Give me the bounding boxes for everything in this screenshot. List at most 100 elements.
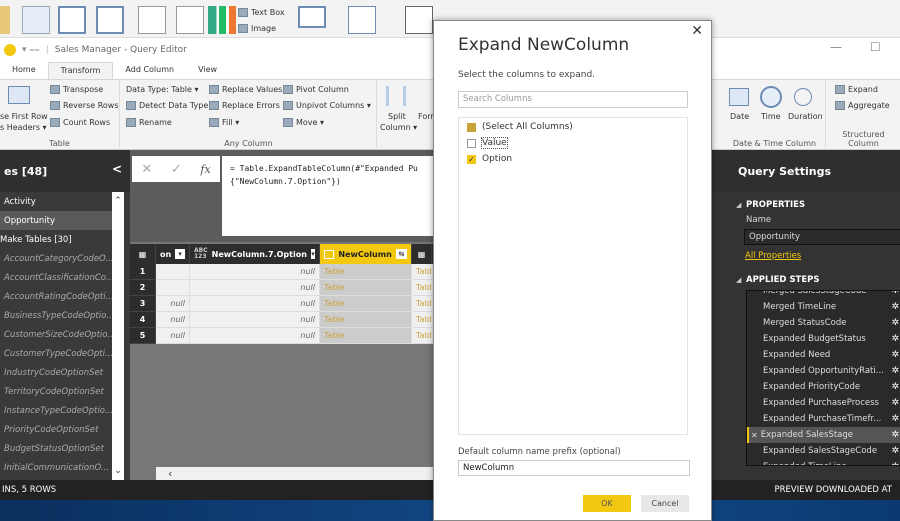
time-dropdown[interactable]: Time xyxy=(761,112,781,121)
query-item[interactable]: Activity xyxy=(0,192,112,211)
query-item[interactable]: TerritoryCodeOptionSet xyxy=(0,382,112,401)
filter-dropdown-icon[interactable]: ▾ xyxy=(175,249,185,259)
query-item[interactable]: InstanceTypeCodeOptio... xyxy=(0,401,112,420)
applied-step[interactable]: Expanded PurchaseProcess ✲ xyxy=(747,395,900,411)
fx-icon[interactable]: fx xyxy=(200,163,210,176)
query-item[interactable]: InitialCommunicationO... xyxy=(0,458,112,477)
gear-icon[interactable]: ✲ xyxy=(891,382,899,392)
cancel-button[interactable]: Cancel xyxy=(641,495,689,512)
move-dropdown[interactable]: Move ▾ xyxy=(283,118,324,127)
date-dropdown[interactable]: Date xyxy=(730,112,749,121)
scroll-left-icon[interactable]: ‹ xyxy=(168,467,172,480)
prefix-input[interactable]: NewColumn xyxy=(458,460,690,476)
query-item[interactable]: Opportunity xyxy=(0,211,112,230)
text-box-button[interactable]: Text Box xyxy=(238,8,285,17)
query-item[interactable]: AccountCategoryCodeO... xyxy=(0,249,112,268)
image-button[interactable]: Image xyxy=(238,24,276,33)
minimize-button[interactable]: — xyxy=(830,40,842,54)
gear-icon[interactable]: ✲ xyxy=(891,414,899,424)
gear-icon[interactable]: ✲ xyxy=(891,318,899,328)
cell-table-link[interactable]: Table xyxy=(320,312,412,328)
collapse-pane-icon[interactable]: < xyxy=(112,162,122,176)
gear-icon[interactable]: ✲ xyxy=(891,430,899,440)
maximize-button[interactable]: ☐ xyxy=(870,40,881,54)
search-columns-input[interactable]: Search Columns xyxy=(458,91,688,108)
cancel-formula-icon[interactable]: ✕ xyxy=(141,162,152,177)
query-item[interactable]: IndustryCodeOptionSet xyxy=(0,363,112,382)
confirm-formula-icon[interactable]: ✓ xyxy=(171,162,182,177)
detect-data-type-button[interactable]: Detect Data Type xyxy=(126,101,208,110)
cell-table-link[interactable]: Table xyxy=(320,328,412,344)
column-header-newcolumn-7-option[interactable]: ABC 123 NewColumn.7.Option ▾ xyxy=(190,244,320,264)
format-button[interactable]: Forr xyxy=(418,112,434,121)
scroll-down-icon[interactable]: ⌄ xyxy=(112,466,124,476)
filter-dropdown-icon[interactable]: ▾ xyxy=(310,249,315,259)
scroll-up-icon[interactable]: ⌃ xyxy=(112,196,124,206)
split-column-dropdown[interactable]: Column ▾ xyxy=(380,123,417,132)
applied-step[interactable]: Expanded OpportunityRati... ✲ xyxy=(747,363,900,379)
gear-icon[interactable]: ✲ xyxy=(891,446,899,456)
applied-step[interactable]: Merged TimeLine ✲ xyxy=(747,299,900,315)
gear-icon[interactable]: ✲ xyxy=(891,398,899,408)
query-item[interactable]: BusinessTypeCodeOptio... xyxy=(0,306,112,325)
duration-dropdown[interactable]: Duration xyxy=(788,112,823,121)
quick-access-dropdown-icon[interactable]: ▾ ⩵ xyxy=(22,45,40,55)
data-type-dropdown[interactable]: Data Type: Table ▾ xyxy=(126,85,199,94)
query-item[interactable]: AccountRatingCodeOpti... xyxy=(0,287,112,306)
query-item[interactable]: AccountClassificationCo... xyxy=(0,268,112,287)
gear-icon[interactable]: ✲ xyxy=(891,334,899,344)
cell-table-link[interactable]: Table xyxy=(320,280,412,296)
use-first-row-button[interactable]: se First Row xyxy=(0,112,48,121)
applied-step[interactable]: Expanded Need ✲ xyxy=(747,347,900,363)
column-header-option[interactable]: on ▾ xyxy=(156,244,190,264)
applied-step[interactable]: Expanded TimeLine ✲ xyxy=(747,459,900,465)
gear-icon[interactable]: ✲ xyxy=(891,462,899,465)
checkbox-partial[interactable] xyxy=(467,122,476,132)
query-item[interactable]: CustomerTypeCodeOpti... xyxy=(0,344,112,363)
option-value[interactable]: Value xyxy=(467,137,508,149)
collapse-triangle-icon[interactable]: ◢ xyxy=(736,276,741,284)
applied-step[interactable]: ✕ Expanded SalesStage ✲ xyxy=(747,427,900,443)
query-name-input[interactable]: Opportunity xyxy=(744,229,900,245)
queries-scrollbar[interactable]: ⌃ ⌄ xyxy=(112,192,124,480)
applied-step[interactable]: Expanded SalesStageCode ✲ xyxy=(747,443,900,459)
pivot-column-button[interactable]: Pivot Column xyxy=(283,85,349,94)
tab-transform[interactable]: Transform xyxy=(47,62,114,79)
count-rows-button[interactable]: Count Rows xyxy=(50,118,110,127)
tab-view[interactable]: View xyxy=(186,62,229,79)
checkbox-checked[interactable]: ✓ xyxy=(467,154,476,164)
collapse-triangle-icon[interactable]: ◢ xyxy=(736,201,741,209)
applied-step[interactable]: Merged StatusCode ✲ xyxy=(747,315,900,331)
replace-errors-button[interactable]: Replace Errors xyxy=(209,101,280,110)
close-dialog-button[interactable]: ✕ xyxy=(691,23,703,39)
tab-add-column[interactable]: Add Column xyxy=(113,62,186,79)
column-header-newcolumn[interactable]: NewColumn ⇆ xyxy=(320,244,412,264)
checkbox-unchecked[interactable] xyxy=(467,138,476,148)
applied-step[interactable]: Expanded PriorityCode ✲ xyxy=(747,379,900,395)
option-option[interactable]: ✓ Option xyxy=(467,154,512,164)
reverse-rows-button[interactable]: Reverse Rows xyxy=(50,101,119,110)
query-item[interactable]: PriorityCodeOptionSet xyxy=(0,420,112,439)
fill-dropdown[interactable]: Fill ▾ xyxy=(209,118,239,127)
split-column-button[interactable]: Split xyxy=(388,112,406,121)
replace-values-button[interactable]: Replace Values xyxy=(209,85,282,94)
transpose-button[interactable]: Transpose xyxy=(50,85,103,94)
gear-icon[interactable]: ✲ xyxy=(891,302,899,312)
cell-table-link[interactable]: Table xyxy=(320,296,412,312)
rename-button[interactable]: Rename xyxy=(126,118,172,127)
tab-home[interactable]: Home xyxy=(0,62,48,79)
smiley-icon[interactable] xyxy=(4,44,16,56)
query-item[interactable]: BudgetStatusOptionSet xyxy=(0,439,112,458)
expand-button[interactable]: Expand xyxy=(835,85,878,94)
applied-step[interactable]: Expanded BudgetStatus ✲ xyxy=(747,331,900,347)
applied-step[interactable]: Expanded PurchaseTimefr... ✲ xyxy=(747,411,900,427)
ok-button[interactable]: OK xyxy=(583,495,631,512)
table-menu-icon[interactable]: ▦ xyxy=(130,244,156,264)
query-item[interactable]: CustomerSizeCodeOptio... xyxy=(0,325,112,344)
as-headers-dropdown[interactable]: s Headers ▾ xyxy=(0,123,47,132)
gear-icon[interactable]: ✲ xyxy=(891,366,899,376)
query-item[interactable]: Make Tables [30] xyxy=(0,230,112,249)
next-table-column-icon[interactable]: ▦ xyxy=(412,244,432,264)
cell-table-link[interactable]: Table xyxy=(320,264,412,280)
gear-icon[interactable]: ✲ xyxy=(891,350,899,360)
